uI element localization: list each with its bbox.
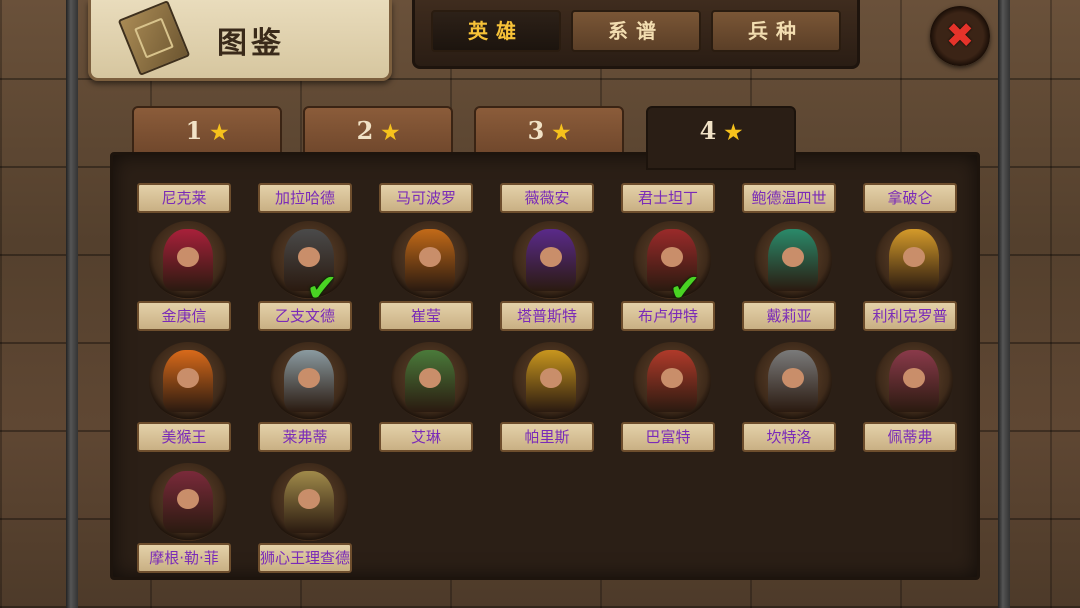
hero-name: 加拉哈德 — [258, 183, 352, 213]
hero-name: 佩蒂弗 — [863, 422, 957, 452]
hero-portrait — [270, 342, 348, 420]
hero-face — [177, 489, 199, 509]
hero-face — [419, 247, 441, 267]
star-icon: ★ — [724, 120, 743, 144]
hero-portrait — [875, 221, 953, 299]
hero-card[interactable]: 佩蒂弗 — [859, 338, 969, 453]
star-tab-label: 4 — [699, 116, 717, 145]
right-rail — [998, 0, 1010, 608]
hero-name: 拿破仑 — [863, 183, 957, 213]
hero-card[interactable]: 帕里斯 — [496, 338, 606, 453]
hero-name: 尼克莱 — [137, 183, 231, 213]
hero-face — [903, 368, 925, 388]
hero-grid-panel: 尼克莱 加拉哈德 马可波罗 薇薇安 君士坦丁 鲍德温四世 拿破仑 金庚信 ✔ 乙支文… — [110, 152, 980, 580]
star-tab-label: 3 — [527, 116, 545, 145]
hero-name: 摩根·勒·菲 — [137, 543, 231, 573]
hero-face — [782, 247, 804, 267]
hero-name: 坎特洛 — [742, 422, 836, 452]
hero-name: 马可波罗 — [379, 183, 473, 213]
hero-name: 帕里斯 — [500, 422, 594, 452]
hero-portrait — [270, 463, 348, 541]
hero-card[interactable]: 狮心王理查德 — [254, 459, 364, 574]
top-tab-bar: 英雄 系谱 兵种 — [412, 0, 860, 69]
hero-portrait — [149, 463, 227, 541]
book-icon — [117, 0, 191, 76]
hero-name: 塔普斯特 — [500, 301, 594, 331]
hero-face — [540, 247, 562, 267]
hero-card[interactable]: 塔普斯特 — [496, 217, 606, 332]
close-x-icon: ✖ — [945, 16, 975, 56]
hero-name: 薇薇安 — [500, 183, 594, 213]
hero-name: 鲍德温四世 — [742, 183, 836, 213]
hero-face — [419, 368, 441, 388]
hero-face — [661, 247, 683, 267]
hero-name: 巴富特 — [621, 422, 715, 452]
hero-portrait — [149, 221, 227, 299]
hero-name: 艾琳 — [379, 422, 473, 452]
hero-card[interactable]: 戴莉亚 — [738, 217, 848, 332]
star-tab-4[interactable]: 4 ★ — [646, 106, 796, 170]
tab-troops[interactable]: 兵种 — [711, 10, 841, 52]
hero-face — [661, 368, 683, 388]
hero-face — [177, 368, 199, 388]
hero-card[interactable]: 利利克罗普 — [859, 217, 969, 332]
hero-face — [540, 368, 562, 388]
hero-name: 利利克罗普 — [863, 301, 957, 331]
hero-portrait — [391, 221, 469, 299]
page-title: 图鉴 — [217, 26, 285, 61]
hero-card[interactable]: 莱弗蒂 — [254, 338, 364, 453]
hero-name: 莱弗蒂 — [258, 422, 352, 452]
hero-name: 戴莉亚 — [742, 301, 836, 331]
hero-card[interactable]: 艾琳 — [375, 338, 485, 453]
tab-heroes[interactable]: 英雄 — [431, 10, 561, 52]
star-icon: ★ — [210, 120, 229, 144]
close-button[interactable]: ✖ — [930, 6, 990, 66]
hero-card[interactable]: 金庚信 — [133, 217, 243, 332]
hero-name: 美猴王 — [137, 422, 231, 452]
hero-portrait — [754, 342, 832, 420]
hero-face — [903, 247, 925, 267]
hero-card[interactable]: 坎特洛 — [738, 338, 848, 453]
hero-name: 金庚信 — [137, 301, 231, 331]
hero-card[interactable]: 摩根·勒·菲 — [133, 459, 243, 574]
hero-face — [298, 368, 320, 388]
tab-lineage[interactable]: 系谱 — [571, 10, 701, 52]
hero-card[interactable]: 美猴王 — [133, 338, 243, 453]
hero-name: 乙支文德 — [258, 301, 352, 331]
star-tab-label: 1 — [185, 116, 203, 145]
hero-name: 狮心王理查德 — [258, 543, 352, 573]
star-tab-label: 2 — [356, 116, 374, 145]
hero-portrait — [512, 221, 590, 299]
hero-face — [298, 489, 320, 509]
left-rail — [66, 0, 78, 608]
hero-card[interactable]: ✔ 乙支文德 — [254, 217, 364, 332]
hero-face — [177, 247, 199, 267]
hero-card[interactable]: 巴富特 — [617, 338, 727, 453]
hero-portrait — [149, 342, 227, 420]
star-icon: ★ — [381, 120, 400, 144]
hero-name: 君士坦丁 — [621, 183, 715, 213]
hero-card[interactable]: 崔莹 — [375, 217, 485, 332]
hero-card[interactable]: ✔ 布卢伊特 — [617, 217, 727, 332]
hero-portrait — [754, 221, 832, 299]
hero-portrait — [391, 342, 469, 420]
hero-name: 布卢伊特 — [621, 301, 715, 331]
hero-portrait — [512, 342, 590, 420]
hero-name: 崔莹 — [379, 301, 473, 331]
hero-portrait — [875, 342, 953, 420]
hero-face — [782, 368, 804, 388]
hero-face — [298, 247, 320, 267]
hero-portrait — [633, 342, 711, 420]
star-icon: ★ — [552, 120, 571, 144]
title-plate: 图鉴 — [88, 0, 392, 81]
